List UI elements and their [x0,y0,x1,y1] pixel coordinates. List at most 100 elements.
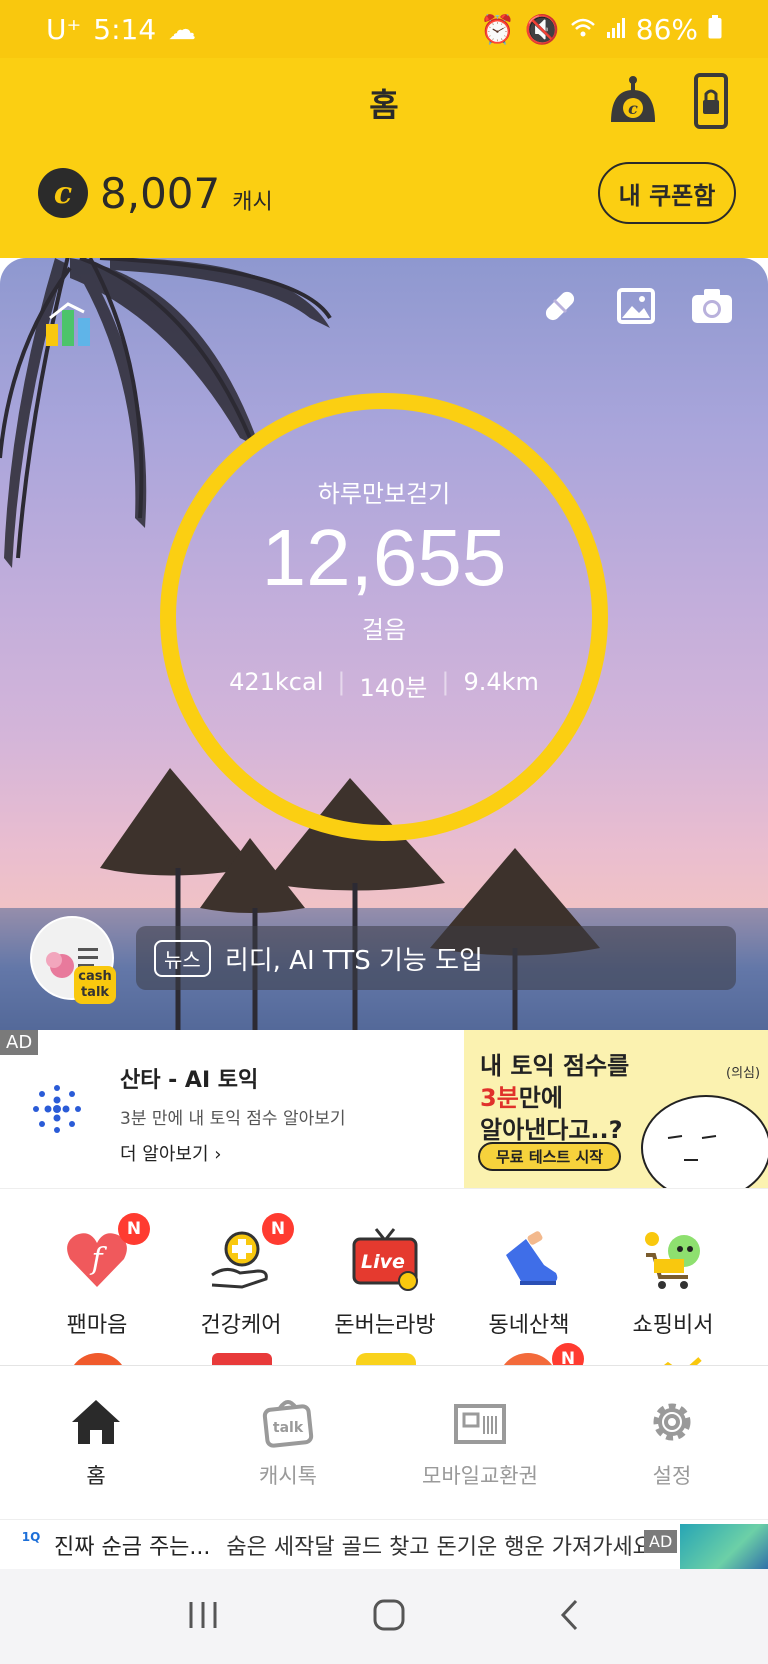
home-button-icon[interactable] [372,1598,406,1636]
recent-apps-icon[interactable] [186,1600,220,1634]
health-care-icon: N [206,1213,294,1295]
pedometer-hero: 하루만보걷기 12,655 걸음 421kcal | 140분 | 9.4km … [0,258,768,1030]
calories-value: 421kcal [229,668,324,696]
app-header: 홈 c c 8,007 캐시 내 쿠폰함 [0,58,768,258]
new-badge: N [262,1213,294,1245]
banner-cta: 무료 테스트 시작 [478,1142,622,1171]
menu-item-row2-5-icon[interactable] [644,1353,704,1365]
shopping-cart-icon [638,1225,708,1295]
bottom-ad-headline: 진짜 순금 주는... [54,1534,211,1560]
news-tag: 뉴스 [154,939,211,977]
ad-subtitle: 3분 만에 내 토익 점수 알아보기 [120,1109,346,1129]
menu-label: 팬마음 [66,1313,128,1338]
ad-brand-logo: 1Q [21,1529,41,1544]
menu-item-shopping-assistant[interactable]: 쇼핑비서 [601,1225,745,1339]
menu-label: 동네산책 [488,1313,570,1338]
ad-badge: AD [0,1030,39,1055]
gallery-icon[interactable] [616,286,656,326]
step-count: 12,655 [261,513,507,602]
live-tv-icon: Live [350,1225,420,1295]
pill-icon[interactable] [540,286,580,326]
status-bar: U⁺ 5:14 ☁ ⏰ 🔇 86% [0,0,768,58]
wifi-icon [570,13,596,46]
cash-amount: 8,007 [100,168,221,218]
step-metrics: 421kcal | 140분 | 9.4km [229,668,539,702]
menu-item-row2-4-icon[interactable]: N [498,1343,584,1365]
menu-item-neighborhood-walk[interactable]: 동네산책 [457,1225,601,1339]
svg-text:c: c [628,99,638,118]
service-menu-grid: f N 팬마음 N 건강케어 Live 돈버는라방 동네산책 쇼핑비서 N [0,1188,768,1365]
menu-item-row2-1-icon[interactable] [68,1353,128,1365]
cashtalk-bag-icon: talk [260,1394,316,1450]
menu-label: 건강케어 [200,1313,282,1338]
robot-character-icon[interactable]: c [605,74,661,126]
ad-card[interactable]: AD 산타 - AI 토익 3분 만에 내 토익 점수 알아보기 더 알아보기 … [0,1030,768,1188]
back-icon[interactable] [558,1598,582,1636]
gear-icon [644,1394,700,1450]
voucher-icon [452,1394,508,1450]
signal-icon [606,13,626,46]
cashtalk-badge-line2: talk [80,985,110,1000]
my-coupon-button[interactable]: 내 쿠폰함 [598,162,736,224]
santa-logo-icon [28,1080,86,1138]
news-headline: 리디, AI TTS 기능 도입 [224,945,483,976]
fan-heart-icon: f N [62,1213,150,1295]
battery-text: 86% [635,12,698,46]
cashtalk-badge: cash talk [74,966,116,1004]
banner-line1: 내 토익 점수를 [480,1052,630,1080]
stats-chart-icon[interactable] [42,296,94,348]
ad-banner-image[interactable]: 내 토익 점수를 3분만에 알아낸다고..? 무료 테스트 시작 (의심) [464,1030,768,1188]
home-icon [68,1394,124,1450]
banner-line2: 만에 [518,1084,563,1112]
banner-line3: 알아낸다고..? [480,1116,623,1144]
new-badge: N [118,1213,150,1245]
news-ticker[interactable]: 뉴스 리디, AI TTS 기능 도입 [136,926,736,990]
mute-icon: 🔇 [524,12,560,46]
ad-thumbnail-image [680,1524,768,1570]
menu-item-healthcare[interactable]: N 건강케어 [169,1213,313,1339]
alarm-icon: ⏰ [480,12,515,46]
minutes-value: 140분 [359,674,428,702]
menu-item-row2-3-icon[interactable] [356,1353,416,1365]
step-unit: 걸음 [361,616,407,644]
menu-label: 돈버는라방 [334,1313,436,1338]
menu-label: 쇼핑비서 [632,1313,714,1338]
nav-tab-settings[interactable]: 설정 [576,1394,768,1490]
banner-doubt: (의심) [726,1066,761,1081]
battery-icon [708,13,722,46]
menu-item-live-commerce[interactable]: Live 돈버는라방 [313,1225,457,1339]
carrier-label: U⁺ [46,12,82,46]
nav-label: 설정 [652,1464,692,1488]
cash-balance[interactable]: c 8,007 캐시 [38,168,273,218]
bottom-ad-body: 숨은 세작달 골드 찾고 돈기운 행운 가져가세요 [226,1534,653,1560]
ad-title: 산타 - AI 토익 [120,1068,259,1093]
ad-more-link[interactable]: 더 알아보기 › [120,1140,221,1166]
cash-coin-icon: c [38,168,88,218]
nav-label: 캐시톡 [259,1464,317,1488]
nav-tab-mobile-voucher[interactable]: 모바일교환권 [384,1394,576,1490]
lock-screen-icon[interactable] [693,72,729,130]
ad-badge: AD [644,1530,678,1553]
system-navigation-bar [0,1569,768,1664]
svg-text:Live: Live [361,1251,405,1273]
ad-more-label: 더 알아보기 [120,1144,209,1165]
svg-text:talk: talk [273,1420,304,1436]
nav-tab-home[interactable]: 홈 [0,1394,192,1490]
menu-item-fanmaum[interactable]: f N 팬마음 [25,1213,169,1339]
clock: 5:14 [93,12,157,46]
sneaker-icon [494,1225,564,1295]
cashtalk-badge-line1: cash [78,969,112,984]
banner-highlight: 3분 [480,1084,519,1112]
new-badge: N [552,1343,584,1365]
bottom-navigation: 홈 talk 캐시톡 모바일교환권 설정 [0,1365,768,1519]
nav-label: 모바일교환권 [422,1464,538,1488]
daily-walk-label: 하루만보걷기 [317,480,451,508]
weather-icon: ☁ [168,12,197,46]
bottom-ad-banner[interactable]: 1Q 진짜 순금 주는... 숨은 세작달 골드 찾고 돈기운 행운 가져가세요… [0,1519,768,1570]
doubting-face-icon [641,1095,768,1188]
nav-tab-cashtalk[interactable]: talk 캐시톡 [192,1394,384,1490]
chevron-right-icon: › [214,1144,222,1165]
camera-icon[interactable] [690,286,732,326]
cash-unit: 캐시 [232,190,273,215]
menu-item-row2-2-icon[interactable] [212,1353,272,1365]
